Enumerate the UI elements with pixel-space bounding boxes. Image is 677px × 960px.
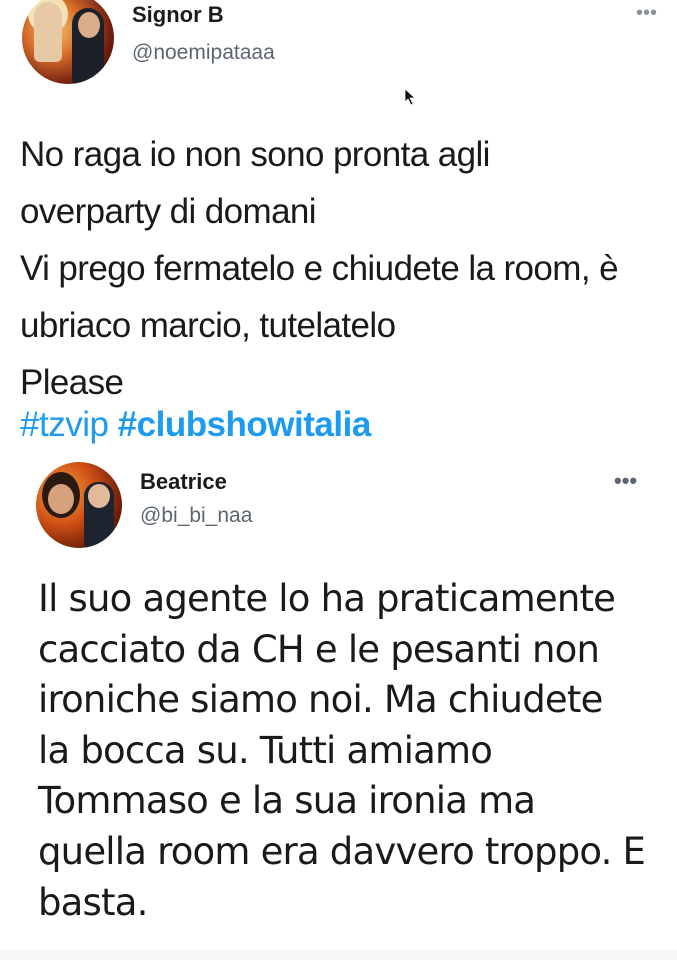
display-name[interactable]: Signor B bbox=[132, 2, 224, 28]
avatar[interactable] bbox=[22, 0, 114, 84]
more-options-icon[interactable]: ••• bbox=[636, 2, 657, 25]
avatar[interactable] bbox=[36, 462, 122, 548]
tweet-text-line: ubriaco marcio, tutelatelo bbox=[20, 306, 396, 345]
avatar-person-face bbox=[88, 484, 110, 508]
user-handle[interactable]: @bi_bi_naa bbox=[140, 504, 252, 528]
bottom-divider bbox=[0, 950, 677, 960]
more-options-icon[interactable]: ••• bbox=[614, 468, 637, 494]
avatar-person bbox=[34, 2, 62, 62]
tweet-text-line: basta. bbox=[38, 880, 148, 924]
tweet-text-line: quella room era davvero troppo. E bbox=[38, 829, 646, 873]
tweet-beatrice[interactable]: Beatrice @bi_bi_naa ••• Il suo agente lo… bbox=[0, 448, 677, 960]
avatar-person-face bbox=[48, 484, 74, 514]
tweet-text-line: Please bbox=[20, 363, 124, 402]
hashtag-link[interactable]: #tzvip bbox=[20, 405, 109, 444]
tweet-text-line: ironiche siamo noi. Ma chiudete bbox=[38, 678, 603, 722]
tweet-text-line: Vi prego fermatelo e chiudete la room, è bbox=[20, 249, 619, 288]
hashtag-row: #tzvip #clubshowitalia bbox=[20, 405, 371, 445]
tweet-text-line: No raga io non sono pronta agli bbox=[20, 135, 490, 174]
tweet-text: No raga io non sono pronta agli overpart… bbox=[20, 126, 670, 411]
user-handle[interactable]: @noemipataaa bbox=[132, 41, 275, 65]
mouse-cursor-icon bbox=[404, 88, 417, 106]
tweet-text: Il suo agente lo ha praticamente cacciat… bbox=[38, 574, 668, 928]
avatar-person-face bbox=[78, 12, 100, 38]
tweet-text-line: Tommaso e la sua ironia ma bbox=[38, 779, 536, 823]
tweet-text-line: cacciato da CH e le pesanti non bbox=[38, 627, 600, 671]
tweet-text-line: Il suo agente lo ha praticamente bbox=[38, 577, 616, 620]
tweet-text-line: overparty di domani bbox=[20, 192, 317, 231]
display-name[interactable]: Beatrice bbox=[140, 469, 227, 495]
hashtag-link[interactable]: #clubshowitalia bbox=[118, 405, 372, 444]
tweet-text-line: la bocca su. Tutti amiamo bbox=[38, 728, 493, 772]
tweet-signor-b[interactable]: Signor B @noemipataaa ••• No raga io non… bbox=[0, 0, 677, 458]
